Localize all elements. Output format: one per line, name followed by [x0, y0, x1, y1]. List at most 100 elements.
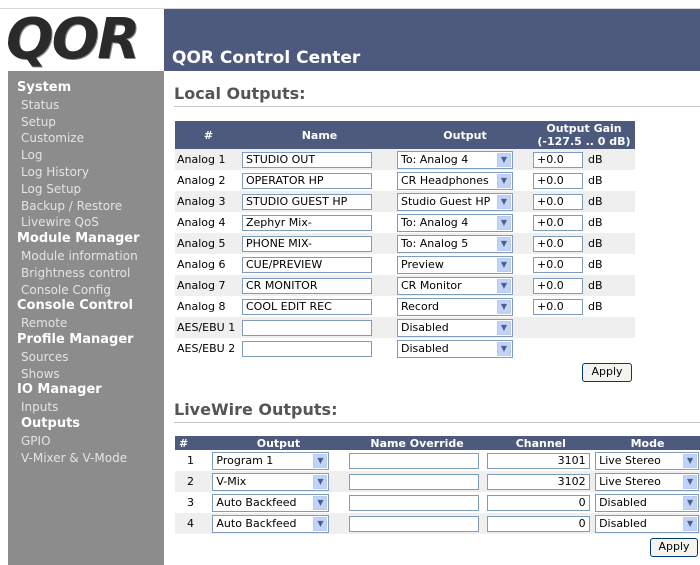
sidebar-item-shows[interactable]: Shows — [8, 366, 164, 383]
sidebar-item-console-config[interactable]: Console Config — [8, 282, 164, 299]
name-input[interactable]: PHONE MIX- — [242, 235, 372, 252]
dropdown-select[interactable]: To: Analog 4 ▼ — [397, 213, 513, 232]
channel-input[interactable]: 0 — [486, 494, 590, 511]
dropdown-select[interactable]: Disabled ▼ — [397, 318, 513, 337]
channel-input[interactable]: 0 — [486, 515, 590, 532]
name-input[interactable] — [242, 319, 372, 336]
name-input[interactable]: STUDIO OUT — [242, 151, 372, 168]
chevron-down-icon[interactable]: ▼ — [683, 495, 698, 510]
lw-col-mode-header: Mode — [595, 436, 700, 450]
dropdown-select[interactable]: To: Analog 5 ▼ — [397, 234, 513, 253]
gain-input[interactable]: +0.0 — [533, 256, 583, 273]
name-override-input[interactable] — [348, 494, 479, 511]
dropdown-select[interactable]: To: Analog 4 ▼ — [397, 150, 513, 169]
lw-mode-cell: Disabled ▼ — [595, 513, 700, 534]
sidebar-section-title[interactable]: Profile Manager — [8, 332, 164, 349]
gain-input[interactable]: +0.0 — [533, 151, 583, 168]
output-cell: Record ▼ — [397, 296, 533, 317]
chevron-down-icon[interactable]: ▼ — [497, 194, 511, 209]
chevron-down-icon[interactable]: ▼ — [497, 320, 511, 335]
lw-col-name-override-header: Name Override — [347, 436, 487, 450]
channel-input[interactable]: 3101 — [486, 452, 590, 469]
sidebar-section-title[interactable]: IO Manager — [8, 382, 164, 399]
chevron-down-icon[interactable]: ▼ — [497, 278, 511, 293]
dropdown-select[interactable]: Program 1 ▼ — [212, 451, 330, 470]
chevron-down-icon[interactable]: ▼ — [497, 215, 511, 230]
chevron-down-icon[interactable]: ▼ — [497, 173, 511, 188]
sidebar-item-log-history[interactable]: Log History — [8, 164, 164, 181]
name-input[interactable]: COOL EDIT REC — [242, 298, 372, 315]
sidebar-section-title[interactable]: Console Control — [8, 298, 164, 315]
sidebar-item-remote[interactable]: Remote — [8, 315, 164, 332]
output-cell: To: Analog 4 ▼ — [397, 149, 533, 170]
name-input[interactable]: CR MONITOR — [242, 277, 372, 294]
chevron-down-icon[interactable]: ▼ — [313, 516, 328, 531]
sidebar-item-customize[interactable]: Customize — [8, 130, 164, 147]
sidebar-item-backup-restore[interactable]: Backup / Restore — [8, 198, 164, 215]
livewire-outputs-title: LiveWire Outputs: — [174, 400, 338, 419]
gain-input[interactable]: +0.0 — [533, 298, 583, 315]
sidebar-item-log[interactable]: Log — [8, 147, 164, 164]
channel-input[interactable]: 3102 — [486, 473, 590, 490]
chevron-down-icon[interactable]: ▼ — [497, 152, 511, 167]
name-input[interactable]: Zephyr Mix- — [242, 214, 372, 231]
gain-input[interactable]: +0.0 — [533, 172, 583, 189]
chevron-down-icon[interactable]: ▼ — [497, 299, 511, 314]
gain-input[interactable]: +0.0 — [533, 235, 583, 252]
sidebar-item-inputs[interactable]: Inputs — [8, 399, 164, 416]
sidebar-item-sources[interactable]: Sources — [8, 349, 164, 366]
chevron-down-icon[interactable]: ▼ — [683, 516, 698, 531]
livewire-apply-button[interactable]: Apply — [650, 538, 698, 557]
dropdown-select[interactable]: Live Stereo ▼ — [595, 472, 700, 491]
dropdown-select[interactable]: Record ▼ — [397, 297, 513, 316]
gain-input[interactable]: +0.0 — [533, 193, 583, 210]
name-override-input[interactable] — [348, 473, 479, 490]
sidebar-item-outputs[interactable]: Outputs — [8, 416, 164, 433]
sidebar-item-livewire-qos[interactable]: Livewire QoS — [8, 214, 164, 231]
local-apply-button[interactable]: Apply — [582, 363, 632, 382]
sidebar-item-brightness-control[interactable]: Brightness control — [8, 265, 164, 282]
logo-area: QOR — [0, 7, 164, 72]
sidebar-item-gpio[interactable]: GPIO — [8, 433, 164, 450]
chevron-down-icon[interactable]: ▼ — [313, 495, 328, 510]
dropdown-select[interactable]: V-Mix ▼ — [212, 472, 330, 491]
dropdown-select[interactable]: Live Stereo ▼ — [595, 451, 700, 470]
name-input[interactable]: CUE/PREVIEW — [242, 256, 372, 273]
dropdown-select[interactable]: Disabled ▼ — [595, 493, 700, 512]
name-input[interactable]: OPERATOR HP — [242, 172, 372, 189]
name-input[interactable] — [242, 340, 372, 357]
dropdown-select[interactable]: CR Headphones ▼ — [397, 171, 513, 190]
sidebar-item-module-information[interactable]: Module information — [8, 248, 164, 265]
sidebar-section-title[interactable]: System — [8, 80, 164, 97]
dropdown-select[interactable]: Auto Backfeed ▼ — [212, 514, 330, 533]
chevron-down-icon[interactable]: ▼ — [313, 474, 328, 489]
chevron-down-icon[interactable]: ▼ — [497, 236, 511, 251]
dropdown-select[interactable]: CR Monitor ▼ — [397, 276, 513, 295]
sidebar-item-v-mixer-v-mode[interactable]: V-Mixer & V-Mode — [8, 450, 164, 467]
chevron-down-icon[interactable]: ▼ — [497, 341, 511, 356]
chevron-down-icon[interactable]: ▼ — [683, 453, 698, 468]
livewire-outputs-table: # Output Name Override Channel Mode 1 Pro… — [175, 436, 700, 534]
gain-cell: +0.0 dB — [533, 170, 635, 191]
chevron-down-icon[interactable]: ▼ — [313, 453, 328, 468]
lw-col-num-header: # — [175, 436, 210, 450]
chevron-down-icon[interactable]: ▼ — [683, 474, 698, 489]
sidebar-section-title[interactable]: Module Manager — [8, 231, 164, 248]
gain-input[interactable]: +0.0 — [533, 214, 583, 231]
sidebar-item-log-setup[interactable]: Log Setup — [8, 181, 164, 198]
dropdown-select[interactable]: Preview ▼ — [397, 255, 513, 274]
name-override-input[interactable] — [348, 452, 479, 469]
name-override-input[interactable] — [348, 515, 479, 532]
gain-input[interactable]: +0.0 — [533, 277, 583, 294]
dropdown-select[interactable]: Auto Backfeed ▼ — [212, 493, 330, 512]
dropdown-select[interactable]: Studio Guest HP ▼ — [397, 192, 513, 211]
dropdown-value: V-Mix — [216, 474, 247, 488]
sidebar-item-status[interactable]: Status — [8, 97, 164, 114]
chevron-down-icon[interactable]: ▼ — [497, 257, 511, 272]
table-row: Analog 1 STUDIO OUT To: Analog 4 ▼ +0.0 dB — [175, 149, 635, 170]
sidebar-item-setup[interactable]: Setup — [8, 114, 164, 131]
dropdown-select[interactable]: Disabled ▼ — [397, 339, 513, 358]
name-input[interactable]: STUDIO GUEST HP — [242, 193, 372, 210]
output-cell: Disabled ▼ — [397, 317, 533, 338]
dropdown-select[interactable]: Disabled ▼ — [595, 514, 700, 533]
